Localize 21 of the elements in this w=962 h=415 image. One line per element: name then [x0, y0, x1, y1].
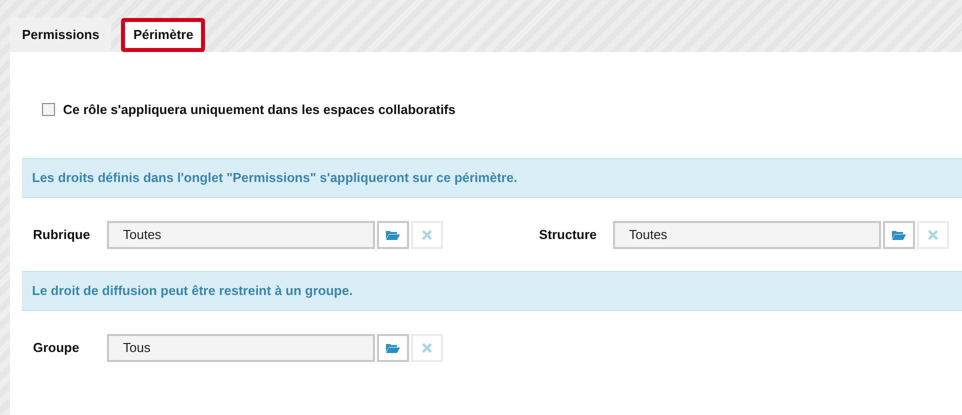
- field-label: Groupe: [32, 338, 80, 357]
- input-field[interactable]: Toutes: [107, 220, 375, 248]
- tab[interactable]: Périmètre: [121, 18, 206, 52]
- folder-icon: [892, 230, 906, 240]
- input-field[interactable]: Tous: [107, 334, 375, 362]
- folder-icon: [386, 342, 400, 352]
- notice-banner: Le droit de diffusion peut être restreint à un groupe.: [22, 270, 962, 310]
- close-icon: [928, 230, 938, 240]
- checkbox-label: Ce rôle s'appliquera uniquement dans les espaces collaboratifs: [63, 101, 456, 119]
- notice-banner: Les droits définis dans l'onglet "Permissions" s'appliqueront sur ce périmètre.: [22, 158, 962, 198]
- input-field[interactable]: Toutes: [613, 220, 881, 248]
- field-label: Structure: [538, 226, 598, 244]
- browse-button[interactable]: [883, 220, 915, 248]
- checkbox[interactable]: [42, 103, 55, 116]
- folder-icon: [386, 230, 400, 240]
- tab[interactable]: Permissions: [10, 18, 112, 52]
- field-label: Rubrique: [32, 226, 92, 244]
- close-icon: [422, 230, 432, 240]
- browse-button[interactable]: [377, 220, 409, 248]
- browse-button[interactable]: [377, 334, 409, 362]
- close-icon: [422, 342, 432, 352]
